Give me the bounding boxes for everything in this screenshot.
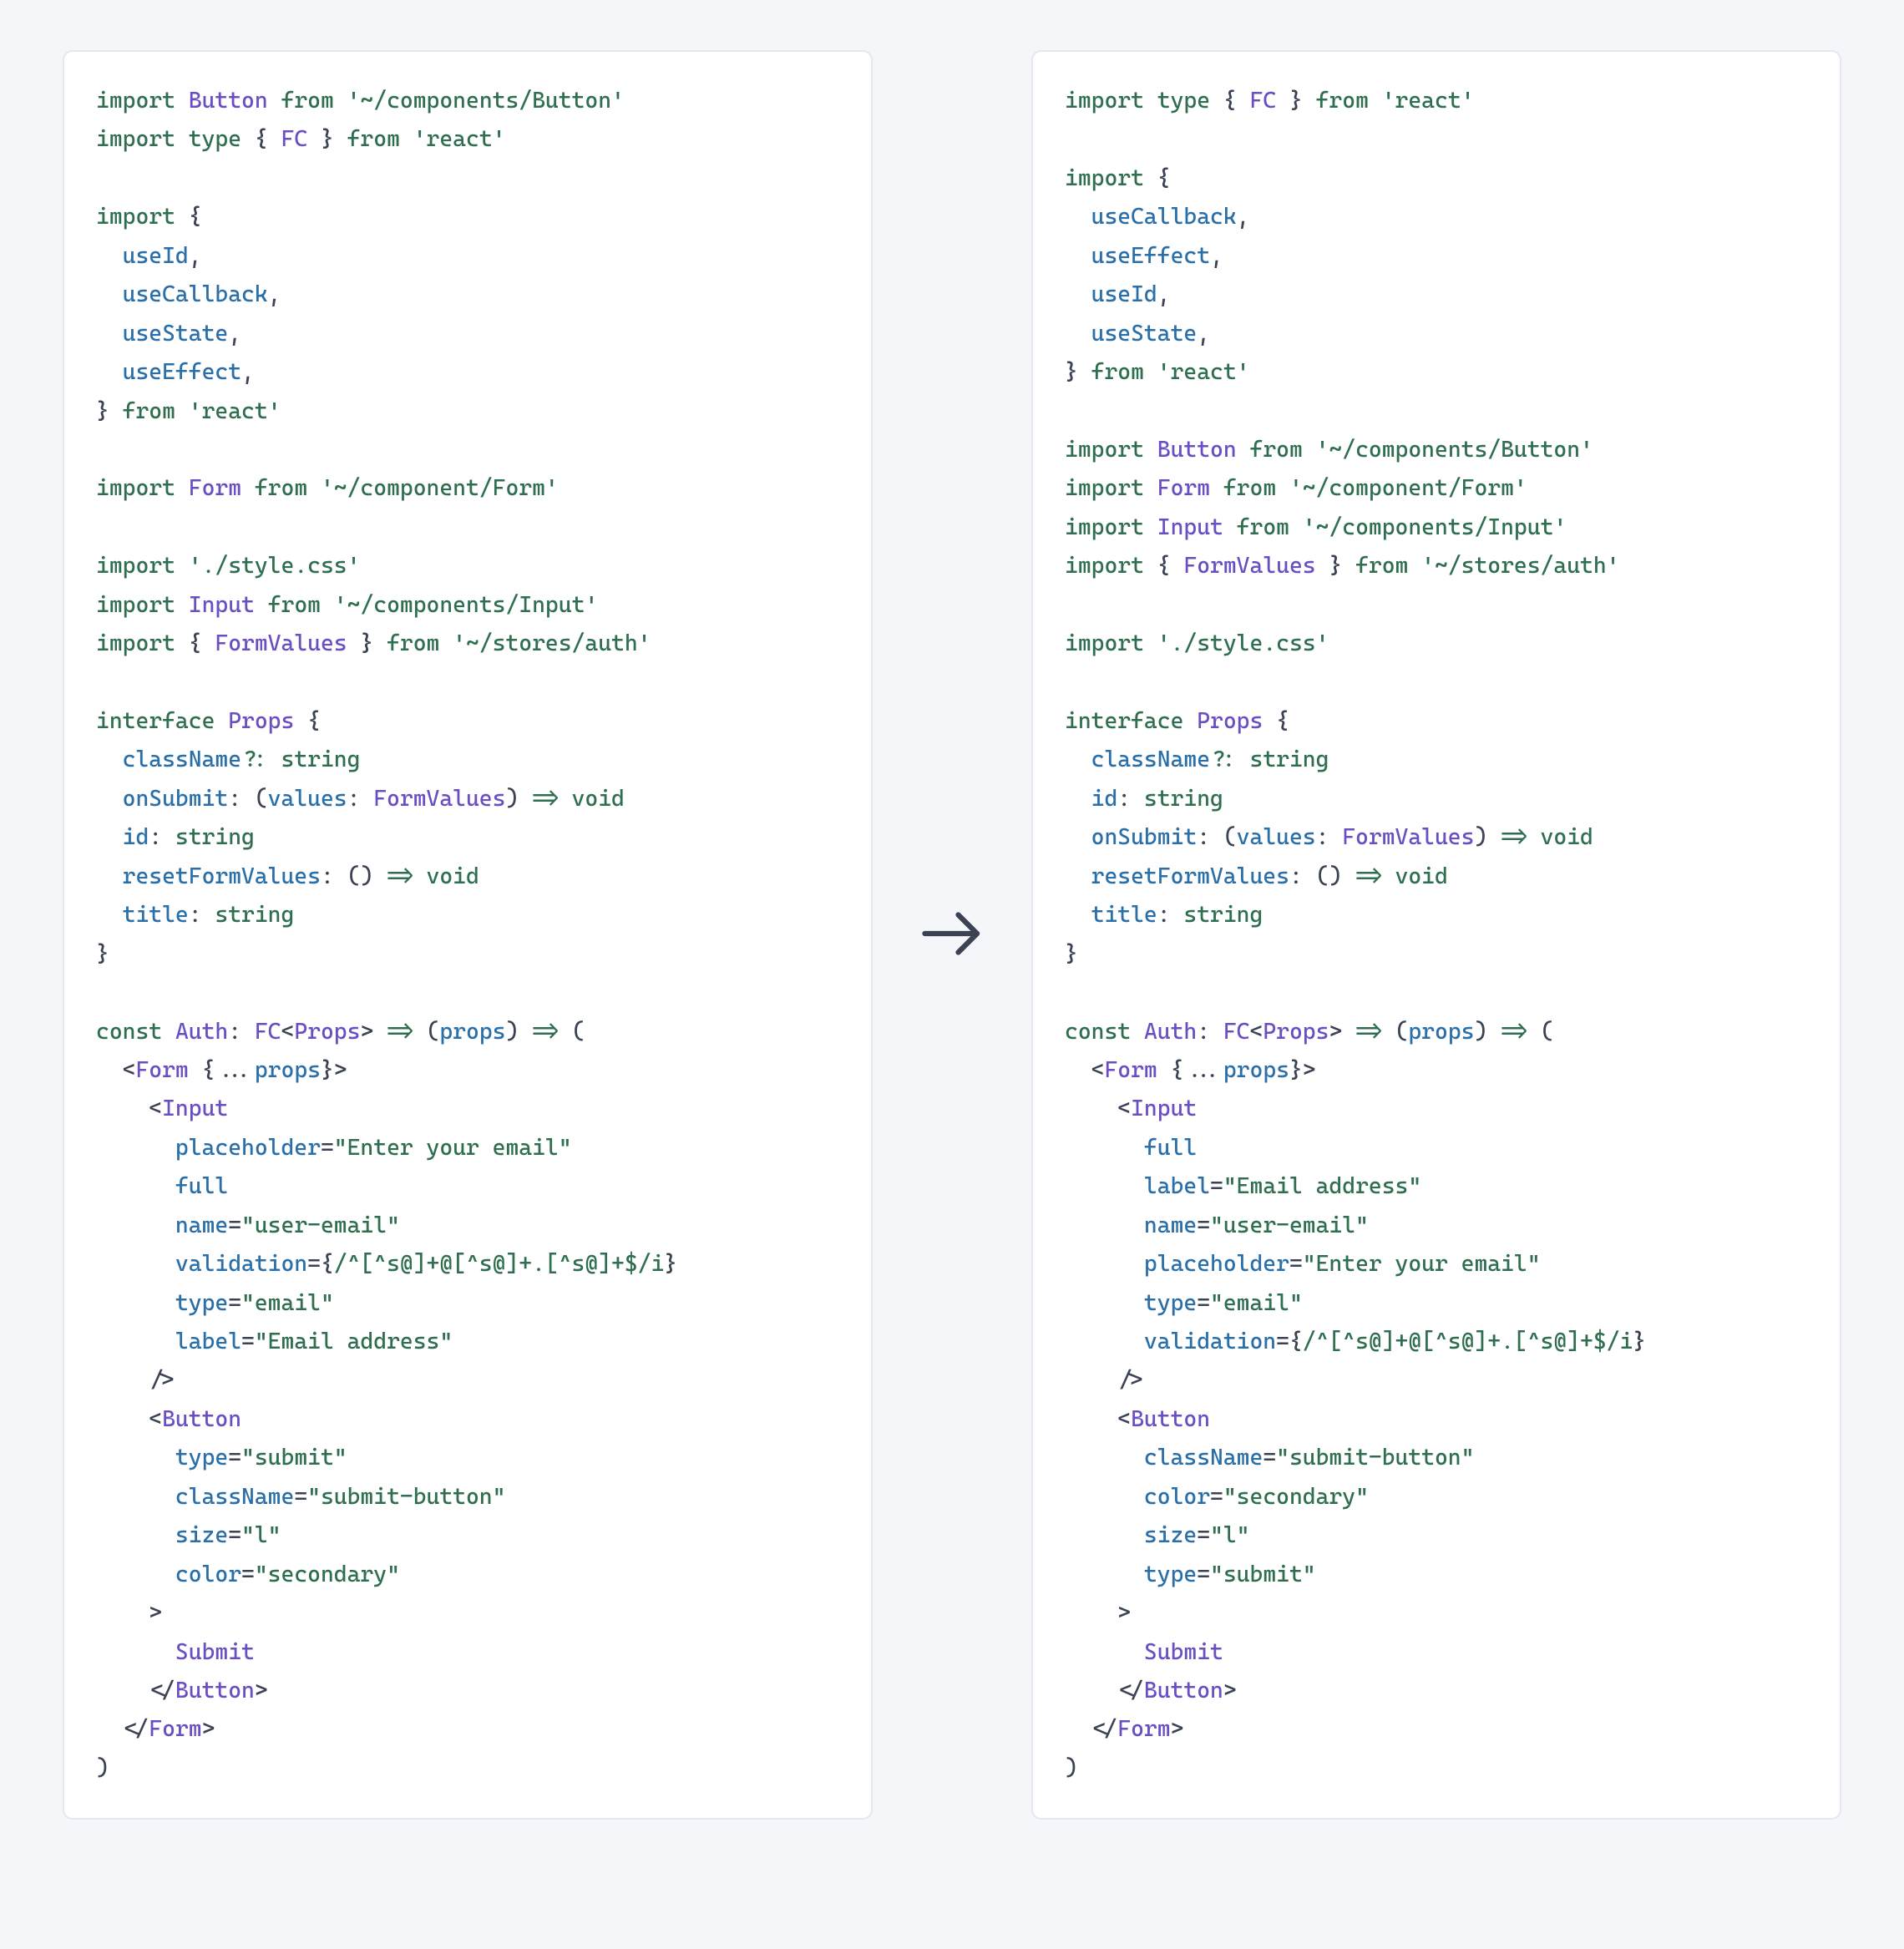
code-block-after: import type { FC } from 'react' import {…: [1065, 82, 1808, 1788]
code-block-before: import Button from '~/components/Button'…: [96, 82, 839, 1788]
code-panel-before: import Button from '~/components/Button'…: [63, 50, 873, 1820]
code-panel-after: import type { FC } from 'react' import {…: [1031, 50, 1841, 1820]
arrow-icon: [906, 896, 998, 974]
